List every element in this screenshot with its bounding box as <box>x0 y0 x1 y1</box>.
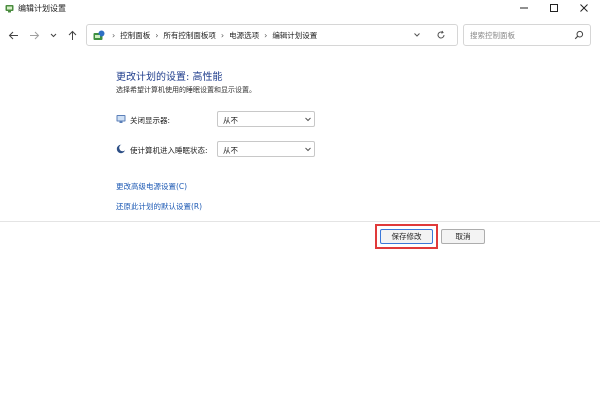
breadcrumb-item-power-options[interactable]: 电源选项 <box>229 30 259 41</box>
cancel-button[interactable]: 取消 <box>441 229 485 244</box>
sleep-select[interactable]: 从不 <box>217 141 315 157</box>
save-button[interactable]: 保存修改 <box>380 229 433 244</box>
maximize-icon <box>550 4 558 12</box>
breadcrumb: › 控制面板 › 所有控制面板项 › 电源选项 › 编辑计划设置 <box>107 25 317 45</box>
page-title: 更改计划的设置: 高性能 <box>116 72 223 83</box>
window-title: 编辑计划设置 <box>18 4 66 13</box>
chevron-down-icon <box>414 33 420 37</box>
arrow-left-icon <box>8 31 18 39</box>
chevron-down-icon <box>305 147 311 152</box>
sleep-value: 从不 <box>223 146 238 155</box>
navigation-toolbar: › 控制面板 › 所有控制面板项 › 电源选项 › 编辑计划设置 搜索控制面板 <box>0 22 600 48</box>
breadcrumb-separator[interactable]: › <box>155 31 158 40</box>
search-icon[interactable] <box>574 30 584 40</box>
chevron-down-icon <box>50 33 56 37</box>
display-off-select[interactable]: 从不 <box>217 111 315 127</box>
control-panel-icon <box>93 30 105 40</box>
display-off-value: 从不 <box>223 116 238 125</box>
search-box[interactable]: 搜索控制面板 <box>463 24 591 46</box>
title-bar: 编辑计划设置 <box>0 0 600 18</box>
arrow-up-icon <box>68 30 76 40</box>
divider <box>0 221 600 222</box>
chevron-down-icon <box>305 117 311 122</box>
breadcrumb-separator[interactable]: › <box>264 31 267 40</box>
close-icon <box>580 4 588 12</box>
breadcrumb-item-edit-plan[interactable]: 编辑计划设置 <box>272 30 317 41</box>
sleep-label: 使计算机进入睡眠状态: <box>130 146 208 155</box>
arrow-right-icon <box>29 31 39 39</box>
breadcrumb-separator: › <box>112 30 116 40</box>
restore-defaults-link[interactable]: 还原此计划的默认设置(R) <box>116 201 202 212</box>
display-off-label: 关闭显示器: <box>130 116 171 125</box>
monitor-icon <box>116 115 126 123</box>
power-options-app-icon <box>5 5 14 13</box>
back-button[interactable] <box>7 29 19 41</box>
forward-button[interactable] <box>28 29 40 41</box>
breadcrumb-item-control-panel[interactable]: 控制面板 <box>120 30 150 41</box>
breadcrumb-separator[interactable]: › <box>221 31 224 40</box>
refresh-button[interactable] <box>435 29 447 41</box>
refresh-icon <box>437 30 445 39</box>
breadcrumb-item-all-items[interactable]: 所有控制面板项 <box>163 30 216 41</box>
close-button[interactable] <box>570 0 598 16</box>
minimize-icon <box>520 7 528 9</box>
advanced-power-settings-link[interactable]: 更改高级电源设置(C) <box>116 181 187 192</box>
search-input[interactable]: 搜索控制面板 <box>470 30 515 41</box>
maximize-button[interactable] <box>540 0 568 16</box>
recent-locations-button[interactable] <box>47 29 59 41</box>
up-button[interactable] <box>66 29 78 41</box>
minimize-button[interactable] <box>510 0 538 16</box>
address-bar[interactable]: › 控制面板 › 所有控制面板项 › 电源选项 › 编辑计划设置 <box>86 24 458 46</box>
address-history-button[interactable] <box>412 30 422 40</box>
page-description: 选择希望计算机使用的睡眠设置和显示设置。 <box>116 86 256 94</box>
sleep-moon-icon <box>116 144 126 154</box>
